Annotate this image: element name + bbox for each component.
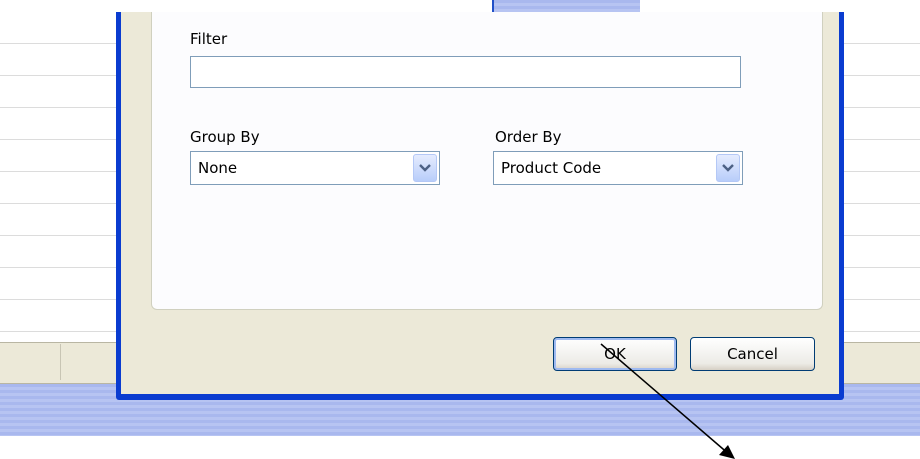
order-by-label: Order By xyxy=(495,128,562,146)
filter-label: Filter xyxy=(190,30,228,48)
chevron-down-icon[interactable] xyxy=(413,154,437,182)
ok-button[interactable]: OK xyxy=(553,337,677,371)
group-by-select[interactable]: None xyxy=(190,151,440,185)
cancel-button[interactable]: Cancel xyxy=(690,337,815,371)
background-window-titlebar xyxy=(492,0,640,12)
status-bar-separator xyxy=(60,344,61,380)
order-by-select[interactable]: Product Code xyxy=(493,151,743,185)
filter-input[interactable] xyxy=(190,56,741,88)
order-by-value: Product Code xyxy=(501,159,602,177)
group-by-label: Group By xyxy=(190,128,260,146)
group-by-value: None xyxy=(198,159,238,177)
chevron-down-icon[interactable] xyxy=(716,154,740,182)
